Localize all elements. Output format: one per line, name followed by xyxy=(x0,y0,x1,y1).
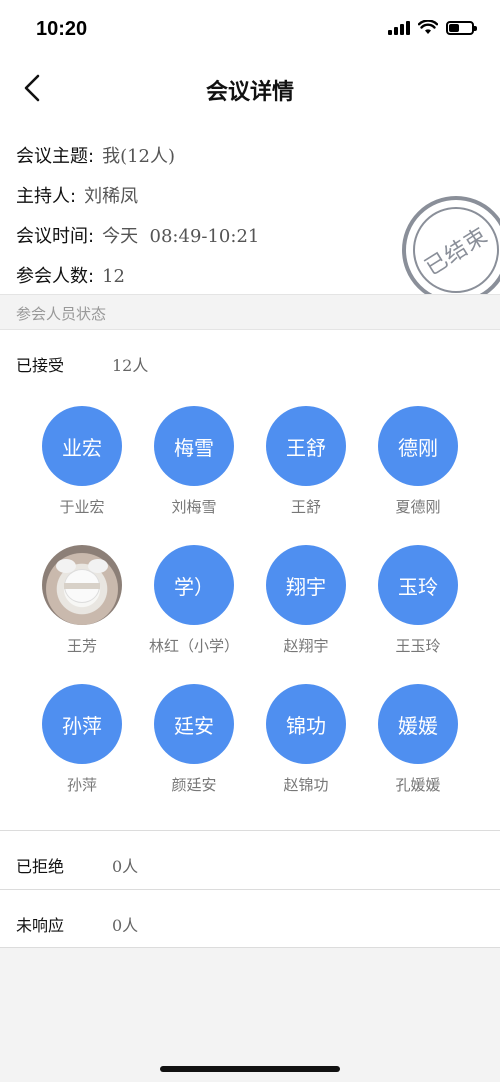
accepted-count: 12人 xyxy=(112,356,149,375)
attendee-name: 孙萍 xyxy=(66,776,97,794)
battery-level xyxy=(449,24,459,32)
meeting-info: 会议主题: 我(12人) 主持人: 刘稀凤 会议时间: 今天 08:49-10:… xyxy=(0,118,500,304)
avatar: 孙萍 xyxy=(42,684,122,764)
avatar-photo xyxy=(42,545,122,625)
time-label: 会议时间: xyxy=(16,226,95,247)
attendee-name: 刘梅雪 xyxy=(171,498,217,516)
no-response-label: 未响应 xyxy=(16,916,65,935)
attendee-name: 孔媛媛 xyxy=(395,776,441,794)
rejected-count: 0人 xyxy=(112,857,139,876)
no-response-count: 0人 xyxy=(112,916,139,935)
stamp-text: 已结束 xyxy=(421,223,494,282)
attendee-name: 王玉玲 xyxy=(395,637,441,655)
empty-area xyxy=(0,948,500,1082)
wifi-icon xyxy=(418,20,438,34)
avatar: 学） xyxy=(154,545,234,625)
rejected-label: 已拒绝 xyxy=(16,857,65,876)
attendee-name: 于业宏 xyxy=(59,498,105,516)
attendee-item[interactable]: 业宏 于业宏 xyxy=(26,406,138,517)
attendee-item[interactable]: 梅雪 刘梅雪 xyxy=(138,406,250,517)
accepted-label: 已接受 xyxy=(16,356,65,375)
topic-row: 会议主题: 我(12人) xyxy=(16,142,175,168)
attendee-item[interactable]: 学） 林红（小学） xyxy=(138,545,250,656)
nav-bar: 会议详情 xyxy=(0,60,500,118)
avatar: 翔宇 xyxy=(266,545,346,625)
avatar: 梅雪 xyxy=(154,406,234,486)
status-time: 10:20 xyxy=(36,18,88,40)
attendee-item[interactable]: 王芳 xyxy=(26,545,138,656)
count-label: 参会人数: xyxy=(16,266,95,287)
avatar: 业宏 xyxy=(42,406,122,486)
battery-icon xyxy=(446,21,477,35)
attendee-item[interactable]: 玉玲 王玉玲 xyxy=(362,545,474,656)
count-value: 12 xyxy=(102,266,125,287)
time-value: 今天 08:49-10:21 xyxy=(102,226,260,247)
home-indicator xyxy=(160,1066,340,1072)
host-row: 主持人: 刘稀凤 xyxy=(16,182,138,208)
rejected-row[interactable]: 已拒绝 0人 xyxy=(0,831,500,889)
page-title: 会议详情 xyxy=(205,80,294,105)
status-icons xyxy=(388,20,477,35)
attendee-item[interactable]: 王舒 王舒 xyxy=(250,406,362,517)
attendee-item[interactable]: 廷安 颜廷安 xyxy=(138,684,250,795)
avatar: 媛媛 xyxy=(378,684,458,764)
host-value: 刘稀凤 xyxy=(84,186,139,207)
avatar: 锦功 xyxy=(266,684,346,764)
attendee-item[interactable]: 孙萍 孙萍 xyxy=(26,684,138,795)
attendee-name: 赵锦功 xyxy=(283,776,329,794)
attendee-name: 颜廷安 xyxy=(171,776,217,794)
attendee-item[interactable]: 媛媛 孔媛媛 xyxy=(362,684,474,795)
topic-value: 我(12人) xyxy=(102,146,176,167)
accepted-group: 已接受 12人 业宏 于业宏 梅雪 刘梅雪 王舒 王舒 德刚 夏德刚 王芳 学） 林红（小学） 翔宇赵… xyxy=(0,330,500,830)
accepted-row[interactable]: 已接受 12人 xyxy=(0,330,500,388)
status-bar: 10:20 xyxy=(0,0,500,60)
attendee-item[interactable]: 德刚 夏德刚 xyxy=(362,406,474,517)
attendee-item[interactable]: 锦功 赵锦功 xyxy=(250,684,362,795)
section-header: 参会人员状态 xyxy=(0,294,500,330)
attendee-item[interactable]: 翔宇 赵翔宇 xyxy=(250,545,362,656)
topic-label: 会议主题: xyxy=(16,146,95,167)
avatar: 德刚 xyxy=(378,406,458,486)
host-label: 主持人: xyxy=(16,186,77,207)
attendee-name: 赵翔宇 xyxy=(283,637,329,655)
avatar: 王舒 xyxy=(266,406,346,486)
avatar: 玉玲 xyxy=(378,545,458,625)
ended-stamp: 已结束 xyxy=(402,196,500,304)
attendee-name: 夏德刚 xyxy=(395,498,441,516)
attendee-name: 王舒 xyxy=(290,498,321,516)
time-row: 会议时间: 今天 08:49-10:21 xyxy=(16,222,259,248)
signal-icon xyxy=(388,21,410,35)
avatar: 廷安 xyxy=(154,684,234,764)
section-title: 参会人员状态 xyxy=(16,305,107,323)
attendee-name: 王芳 xyxy=(66,637,97,655)
attendee-name: 林红（小学） xyxy=(148,637,239,655)
no-response-row[interactable]: 未响应 0人 xyxy=(0,890,500,948)
stamp-inner-ring: 已结束 xyxy=(413,207,499,293)
count-row: 参会人数: 12 xyxy=(16,262,125,288)
